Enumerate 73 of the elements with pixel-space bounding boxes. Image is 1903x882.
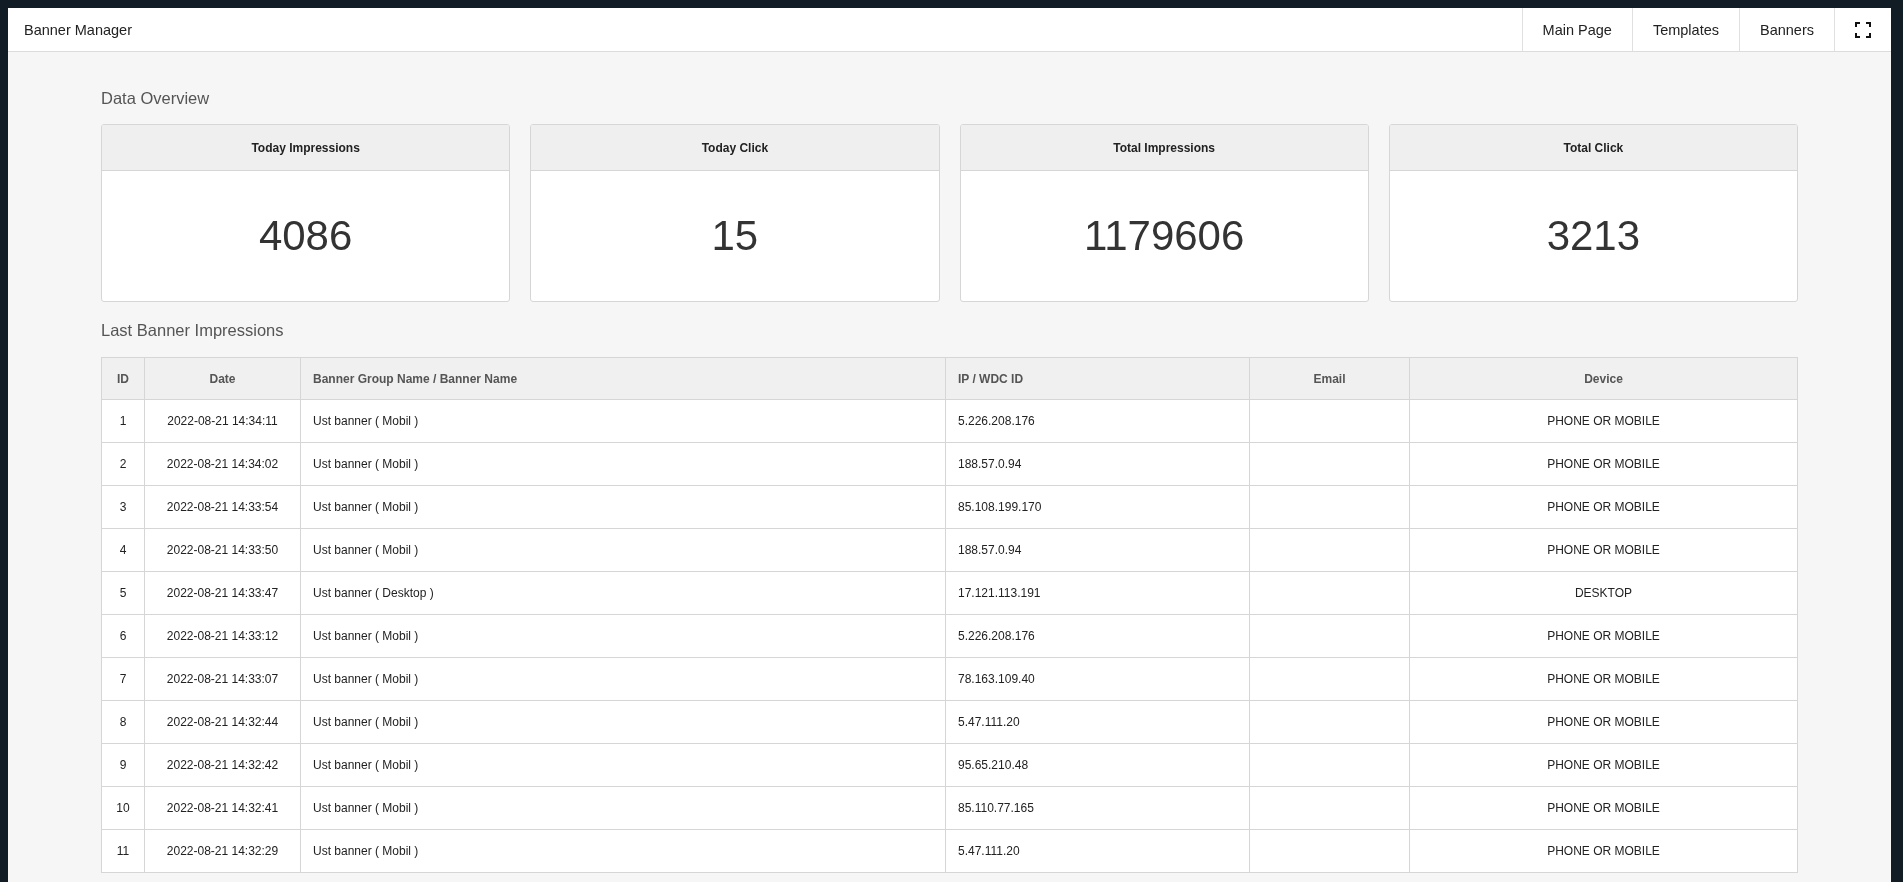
table-cell: 2022-08-21 14:32:42 xyxy=(144,743,301,787)
table-cell: Ust banner ( Mobil ) xyxy=(300,786,946,830)
table-cell: Ust banner ( Mobil ) xyxy=(300,614,946,658)
table-cell: 1 xyxy=(101,399,145,443)
table-cell: Ust banner ( Mobil ) xyxy=(300,657,946,701)
table-cell: 2022-08-21 14:34:02 xyxy=(144,442,301,486)
stat-label: Today Impressions xyxy=(251,140,360,155)
column-header: ID xyxy=(101,357,145,400)
stat-value: 15 xyxy=(711,212,759,260)
table-cell: 2022-08-21 14:33:50 xyxy=(144,528,301,572)
table-cell: 188.57.0.94 xyxy=(945,528,1250,572)
table-cell: PHONE OR MOBILE xyxy=(1409,399,1798,443)
table-cell: 78.163.109.40 xyxy=(945,657,1250,701)
fullscreen-icon xyxy=(1855,21,1871,38)
table-cell: 85.110.77.165 xyxy=(945,786,1250,830)
table-cell: 5.226.208.176 xyxy=(945,614,1250,658)
table-cell: 2022-08-21 14:33:07 xyxy=(144,657,301,701)
section-title: Last Banner Impressions xyxy=(101,320,285,340)
stat-label: Today Click xyxy=(701,140,769,155)
table-cell: 85.108.199.170 xyxy=(945,485,1250,529)
table-cell: PHONE OR MOBILE xyxy=(1409,657,1798,701)
column-header: Device xyxy=(1409,357,1798,400)
table-cell: 2022-08-21 14:32:44 xyxy=(144,700,301,744)
table-cell: 6 xyxy=(101,614,145,658)
table-cell: 2022-08-21 14:33:47 xyxy=(144,571,301,615)
stat-label: Total Click xyxy=(1563,140,1624,155)
table-cell: Ust banner ( Mobil ) xyxy=(300,399,946,443)
column-header: Email xyxy=(1249,357,1410,400)
table-cell: 11 xyxy=(101,829,145,873)
table-cell: 2022-08-21 14:32:41 xyxy=(144,786,301,830)
column-header: IP / WDC ID xyxy=(945,357,1250,400)
table-cell: PHONE OR MOBILE xyxy=(1409,743,1798,787)
table-cell: 2022-08-21 14:33:12 xyxy=(144,614,301,658)
table-cell: 5.226.208.176 xyxy=(945,399,1250,443)
table-cell: 5 xyxy=(101,571,145,615)
table-cell: PHONE OR MOBILE xyxy=(1409,700,1798,744)
table-cell: 4 xyxy=(101,528,145,572)
stat-value: 4086 xyxy=(258,212,353,260)
table-cell: 2022-08-21 14:32:29 xyxy=(144,829,301,873)
table-cell: Ust banner ( Mobil ) xyxy=(300,442,946,486)
section-title: Data Overview xyxy=(101,88,211,108)
table-cell: 2022-08-21 14:34:11 xyxy=(144,399,301,443)
column-header: Date xyxy=(144,357,301,400)
app-title: Banner Manager xyxy=(23,21,132,38)
table-cell: PHONE OR MOBILE xyxy=(1409,442,1798,486)
table-cell: PHONE OR MOBILE xyxy=(1409,614,1798,658)
table-cell: 2 xyxy=(101,442,145,486)
table-cell: Ust banner ( Mobil ) xyxy=(300,829,946,873)
table-cell: 8 xyxy=(101,700,145,744)
table-cell: PHONE OR MOBILE xyxy=(1409,829,1798,873)
table-cell: 5.47.111.20 xyxy=(945,700,1250,744)
table-cell: 5.47.111.20 xyxy=(945,829,1250,873)
table-cell: PHONE OR MOBILE xyxy=(1409,528,1798,572)
table-cell: Ust banner ( Mobil ) xyxy=(300,528,946,572)
table-cell: PHONE OR MOBILE xyxy=(1409,786,1798,830)
table-cell: Ust banner ( Mobil ) xyxy=(300,485,946,529)
column-header: Banner Group Name / Banner Name xyxy=(300,357,946,400)
table-cell: 3 xyxy=(101,485,145,529)
table-cell: 2022-08-21 14:33:54 xyxy=(144,485,301,529)
table-cell: 188.57.0.94 xyxy=(945,442,1250,486)
table-cell: 9 xyxy=(101,743,145,787)
table-cell: Ust banner ( Desktop ) xyxy=(300,571,946,615)
stat-value: 1179606 xyxy=(1083,212,1245,260)
table-cell: 95.65.210.48 xyxy=(945,743,1250,787)
table-cell: 17.121.113.191 xyxy=(945,571,1250,615)
table-cell: 7 xyxy=(101,657,145,701)
table-cell: PHONE OR MOBILE xyxy=(1409,485,1798,529)
table-cell: Ust banner ( Mobil ) xyxy=(300,700,946,744)
stat-label: Total Impressions xyxy=(1113,140,1216,155)
table-cell: 10 xyxy=(101,786,145,830)
table-cell: DESKTOP xyxy=(1409,571,1798,615)
stat-value: 3213 xyxy=(1546,212,1641,260)
table-cell: Ust banner ( Mobil ) xyxy=(300,743,946,787)
